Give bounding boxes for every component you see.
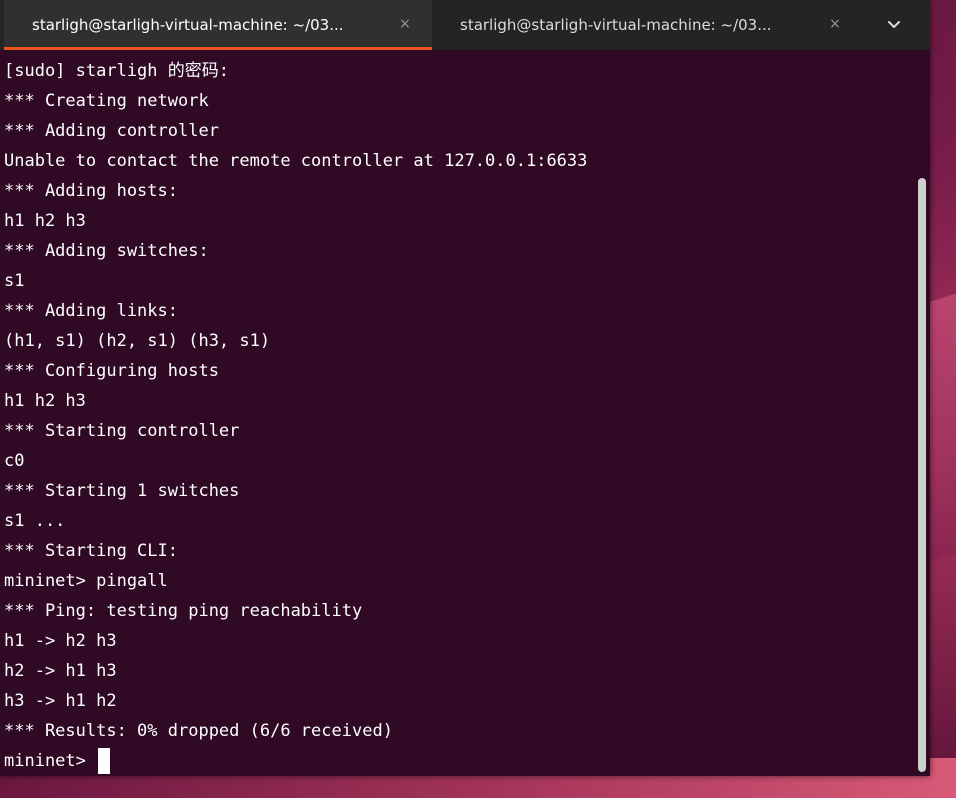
terminal-line: s1 ... (4, 511, 66, 531)
terminal-line: *** Results: 0% dropped (6/6 received) (4, 721, 393, 741)
terminal-line: h1 h2 h3 (4, 391, 86, 411)
terminal-line: [sudo] starligh 的密码: (4, 61, 229, 81)
tab-bar: starligh@starligh-virtual-machine: ~/03.… (0, 0, 930, 50)
terminal-line: *** Configuring hosts (4, 361, 219, 381)
terminal-line: *** Creating network (4, 91, 209, 111)
terminal-line: c0 (4, 451, 25, 471)
terminal-line: h3 -> h1 h2 (4, 691, 117, 711)
tab-terminal-2[interactable]: starligh@starligh-virtual-machine: ~/03.… (432, 0, 862, 50)
terminal-line: *** Ping: testing ping reachability (4, 601, 363, 621)
terminal-prompt: mininet> (4, 751, 97, 771)
terminal-line: h1 -> h2 h3 (4, 631, 117, 651)
terminal-line: *** Adding hosts: (4, 181, 178, 201)
terminal-line: (h1, s1) (h2, s1) (h3, s1) (4, 331, 271, 351)
terminal-line: mininet> pingall (4, 571, 168, 591)
terminal-line: s1 (4, 271, 25, 291)
terminal-line: *** Adding controller (4, 121, 219, 141)
terminal-output[interactable]: [sudo] starligh 的密码: *** Creating networ… (0, 50, 916, 776)
tab-label: starligh@starligh-virtual-machine: ~/03.… (32, 16, 344, 34)
tab-label: starligh@starligh-virtual-machine: ~/03.… (460, 16, 772, 34)
terminal-line: *** Starting controller (4, 421, 240, 441)
tab-menu-button[interactable] (862, 0, 926, 50)
terminal-line: *** Starting 1 switches (4, 481, 240, 501)
text-cursor (98, 748, 111, 774)
terminal-line: *** Starting CLI: (4, 541, 178, 561)
terminal-line: *** Adding links: (4, 301, 178, 321)
chevron-down-icon (888, 21, 900, 28)
close-icon[interactable]: × (396, 15, 414, 33)
terminal-line: *** Adding switches: (4, 241, 209, 261)
tab-terminal-1[interactable]: starligh@starligh-virtual-machine: ~/03.… (4, 0, 432, 50)
close-icon[interactable]: × (826, 15, 844, 33)
terminal-window: starligh@starligh-virtual-machine: ~/03.… (0, 0, 930, 776)
terminal-prompt-line[interactable]: mininet> (4, 746, 916, 776)
terminal-line: h2 -> h1 h3 (4, 661, 117, 681)
terminal-line: Unable to contact the remote controller … (4, 151, 588, 171)
terminal-line: h1 h2 h3 (4, 211, 86, 231)
scrollbar[interactable] (918, 178, 926, 772)
